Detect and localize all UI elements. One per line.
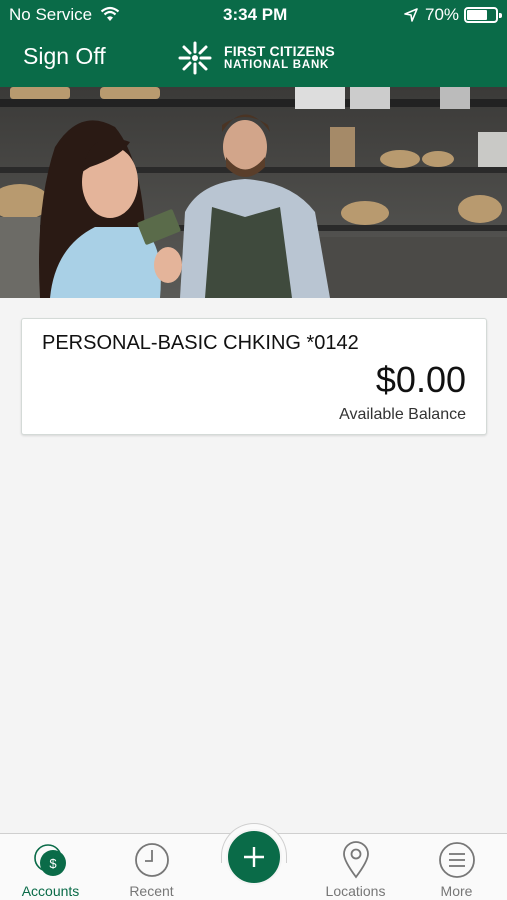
battery-icon xyxy=(464,7,502,23)
battery-percent: 70% xyxy=(425,5,460,24)
account-card[interactable]: PERSONAL-BASIC CHKING *0142 $0.00 Availa… xyxy=(21,318,487,435)
dollar-circle-icon: $ xyxy=(31,841,71,886)
app-header: No Service 3:34 PM 70% Sign Off FIRST CI… xyxy=(0,0,507,87)
sign-off-button[interactable]: Sign Off xyxy=(23,43,106,70)
account-balance-label: Available Balance xyxy=(339,406,466,423)
status-time: 3:34 PM xyxy=(223,5,288,24)
status-bar: No Service 3:34 PM 70% xyxy=(0,0,507,30)
tab-more-label: More xyxy=(440,883,473,899)
tab-recent[interactable]: Recent xyxy=(101,834,202,900)
location-pin-icon xyxy=(341,841,371,884)
tab-locations-label: Locations xyxy=(325,883,386,899)
bank-name-line2: NATIONAL BANK xyxy=(224,59,330,71)
battery-fill xyxy=(467,10,487,20)
account-name: PERSONAL-BASIC CHKING *0142 xyxy=(42,332,359,354)
tab-recent-label: Recent xyxy=(129,883,174,899)
add-action-button[interactable] xyxy=(226,829,282,885)
menu-icon xyxy=(438,841,476,884)
bank-logo: FIRST CITIZENS NATIONAL BANK xyxy=(178,41,335,75)
tab-locations[interactable]: Locations xyxy=(305,834,406,900)
hero-banner-image xyxy=(0,87,507,298)
location-arrow-icon xyxy=(404,7,418,27)
plus-icon xyxy=(244,847,264,867)
account-balance: $0.00 xyxy=(375,359,466,400)
tab-accounts-label: Accounts xyxy=(21,883,80,899)
clock-icon xyxy=(133,841,171,884)
wifi-icon xyxy=(100,6,120,27)
carrier-label: No Service xyxy=(9,5,93,24)
bank-name-line1: FIRST CITIZENS xyxy=(224,43,335,59)
starburst-logo-icon xyxy=(178,41,212,75)
tab-accounts[interactable]: $ Accounts xyxy=(0,834,101,900)
bank-name: FIRST CITIZENS NATIONAL BANK xyxy=(224,44,335,72)
tab-more[interactable]: More xyxy=(406,834,507,900)
svg-text:$: $ xyxy=(49,856,57,871)
